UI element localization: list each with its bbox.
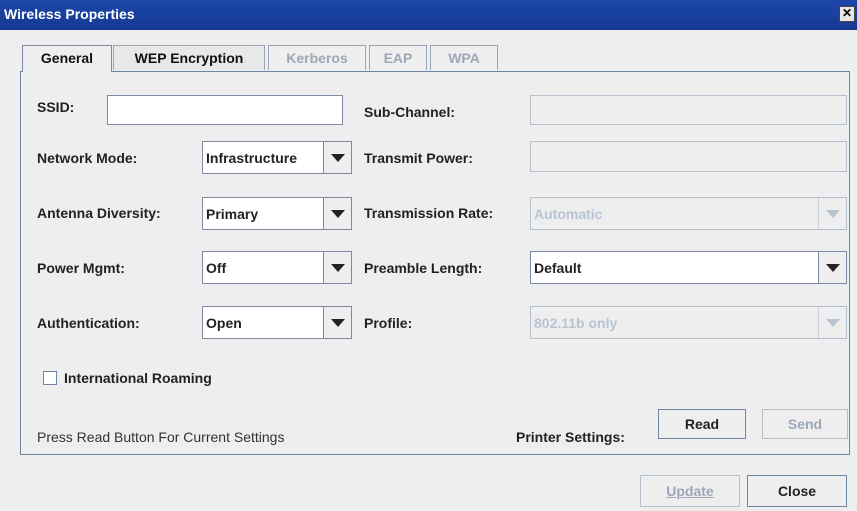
chevron-down-icon[interactable] xyxy=(323,252,351,283)
tab-eap[interactable]: EAP xyxy=(369,45,427,70)
preamble-length-value: Default xyxy=(534,260,582,276)
power-mgmt-value: Off xyxy=(206,260,227,276)
international-roaming-checkbox[interactable] xyxy=(43,371,57,385)
profile-label: Profile: xyxy=(364,315,413,331)
preamble-length-label: Preamble Length: xyxy=(364,260,483,276)
network-mode-select[interactable]: Infrastructure xyxy=(202,141,352,174)
close-button[interactable]: Close xyxy=(747,475,847,507)
chevron-down-icon[interactable] xyxy=(323,198,351,229)
chevron-down-icon[interactable] xyxy=(818,252,846,283)
chevron-down-icon[interactable] xyxy=(818,198,846,229)
power-mgmt-label: Power Mgmt: xyxy=(37,260,125,276)
antenna-diversity-label: Antenna Diversity: xyxy=(37,205,161,221)
authentication-label: Authentication: xyxy=(37,315,140,331)
chevron-down-icon[interactable] xyxy=(818,307,846,338)
transmission-rate-select[interactable]: Automatic xyxy=(530,197,847,230)
transmission-rate-label: Transmission Rate: xyxy=(364,205,494,221)
profile-select[interactable]: 802.11b only xyxy=(530,306,847,339)
power-mgmt-select[interactable]: Off xyxy=(202,251,352,284)
ssid-label: SSID: xyxy=(37,99,75,115)
antenna-diversity-value: Primary xyxy=(206,206,259,222)
tab-wpa[interactable]: WPA xyxy=(430,45,498,70)
tab-wep-encryption[interactable]: WEP Encryption xyxy=(113,45,265,70)
antenna-diversity-select[interactable]: Primary xyxy=(202,197,352,230)
transmit-power-label: Transmit Power: xyxy=(364,150,473,166)
profile-value: 802.11b only xyxy=(534,315,618,331)
wireless-properties-dialog: Wireless Properties ✕ General WEP Encryp… xyxy=(0,0,857,511)
transmit-power-field[interactable] xyxy=(530,141,847,172)
ssid-input[interactable] xyxy=(107,95,343,125)
read-button[interactable]: Read xyxy=(658,409,746,439)
authentication-select[interactable]: Open xyxy=(202,306,352,339)
network-mode-value: Infrastructure xyxy=(206,150,298,166)
transmission-rate-value: Automatic xyxy=(534,206,603,222)
sub-channel-field[interactable] xyxy=(530,95,847,125)
tab-kerberos[interactable]: Kerberos xyxy=(268,45,366,70)
network-mode-label: Network Mode: xyxy=(37,150,138,166)
chevron-down-icon[interactable] xyxy=(323,142,351,173)
authentication-value: Open xyxy=(206,315,242,331)
send-button[interactable]: Send xyxy=(762,409,848,439)
chevron-down-icon[interactable] xyxy=(323,307,351,338)
sub-channel-label: Sub-Channel: xyxy=(364,104,455,120)
window-title: Wireless Properties xyxy=(4,6,135,22)
title-bar[interactable]: Wireless Properties ✕ xyxy=(0,0,857,30)
close-icon[interactable]: ✕ xyxy=(839,6,855,22)
printer-settings-label: Printer Settings: xyxy=(516,429,625,445)
update-button[interactable]: Update xyxy=(640,475,740,507)
status-text: Press Read Button For Current Settings xyxy=(37,429,285,445)
preamble-length-select[interactable]: Default xyxy=(530,251,847,284)
international-roaming-label[interactable]: International Roaming xyxy=(64,370,212,386)
tab-general[interactable]: General xyxy=(22,45,112,72)
